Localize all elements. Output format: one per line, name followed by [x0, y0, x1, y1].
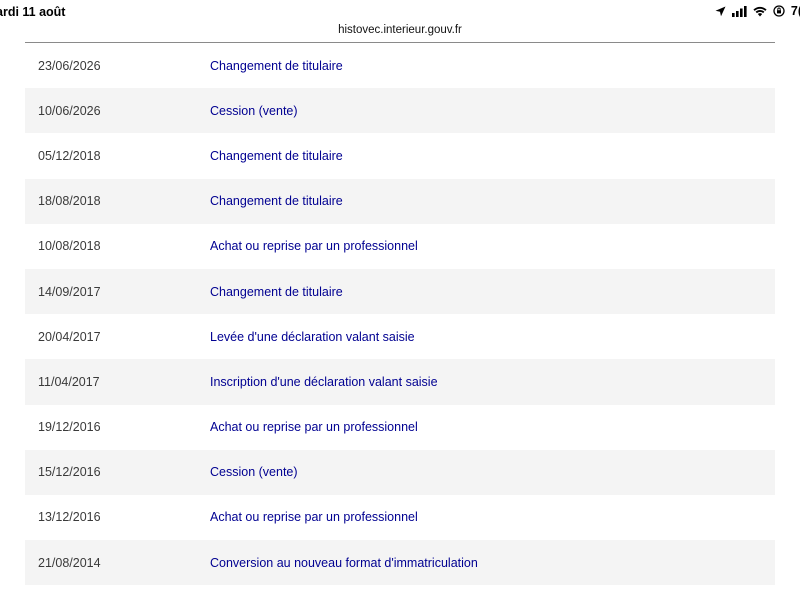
table-row: 10/06/2026 Cession (vente) — [25, 88, 775, 134]
history-date: 14/09/2017 — [38, 284, 101, 299]
history-date: 15/12/2016 — [38, 465, 101, 480]
battery-percentage: 7( — [790, 4, 800, 18]
location-arrow-icon — [715, 6, 726, 16]
history-date: 18/08/2018 — [38, 194, 101, 209]
history-event-link[interactable]: Levée d'une déclaration valant saisie — [210, 330, 415, 344]
history-event-link[interactable]: Cession (vente) — [210, 104, 298, 118]
status-time: ardi 11 août — [0, 5, 66, 19]
history-date: 19/12/2016 — [38, 420, 101, 435]
history-event-link[interactable]: Cession (vente) — [210, 465, 298, 479]
table-row: 15/12/2016 Cession (vente) — [25, 449, 775, 495]
table-row: 20/04/2017 Levée d'une déclaration valant… — [25, 314, 775, 359]
table-row: 13/12/2016 Achat ou reprise par un profes… — [25, 495, 775, 540]
history-event-link[interactable]: Achat ou reprise par un professionnel — [210, 420, 418, 434]
table-row: 18/08/2018 Changement de titulaire — [25, 178, 775, 224]
table-row: 21/08/2014 Conversion au nouveau format d… — [25, 540, 775, 586]
cellular-signal-icon — [731, 5, 747, 17]
history-date: 05/12/2018 — [38, 148, 101, 163]
history-date: 21/08/2014 — [38, 555, 101, 570]
history-date: 10/06/2026 — [38, 103, 101, 118]
table-row: 11/04/2017 Inscription d'une déclaration … — [25, 359, 775, 405]
status-bar: ardi 11 août 7( — [0, 0, 800, 22]
history-event-link[interactable]: Changement de titulaire — [210, 194, 343, 208]
vehicle-history-table: 23/06/2026 Changement de titulaire 10/06/2… — [25, 43, 775, 586]
url-bar[interactable]: histovec.interieur.gouv.fr — [0, 22, 800, 42]
history-date: 13/12/2016 — [38, 510, 101, 525]
table-row: 05/12/2018 Changement de titulaire — [25, 133, 775, 178]
status-icons: 7( — [715, 4, 800, 18]
history-event-link[interactable]: Inscription d'une déclaration valant sai… — [210, 375, 438, 389]
history-date: 20/04/2017 — [38, 329, 101, 344]
url-text: histovec.interieur.gouv.fr — [338, 24, 462, 36]
history-event-link[interactable]: Changement de titulaire — [210, 149, 343, 163]
history-event-link[interactable]: Conversion au nouveau format d'immatricu… — [210, 556, 478, 570]
table-row: 14/09/2017 Changement de titulaire — [25, 268, 775, 315]
history-event-link[interactable]: Achat ou reprise par un professionnel — [210, 239, 418, 253]
history-date: 23/06/2026 — [38, 58, 101, 73]
table-row: 10/08/2018 Achat ou reprise par un profes… — [25, 224, 775, 269]
history-date: 10/08/2018 — [38, 239, 101, 254]
history-event-link[interactable]: Changement de titulaire — [210, 285, 343, 299]
history-date: 11/04/2017 — [38, 374, 100, 389]
history-event-link[interactable]: Achat ou reprise par un professionnel — [210, 510, 418, 524]
orientation-lock-icon — [773, 5, 785, 17]
wifi-icon — [753, 6, 767, 16]
table-row: 23/06/2026 Changement de titulaire — [25, 43, 775, 88]
table-row: 19/12/2016 Achat ou reprise par un profes… — [25, 405, 775, 450]
history-event-link[interactable]: Changement de titulaire — [210, 59, 343, 73]
